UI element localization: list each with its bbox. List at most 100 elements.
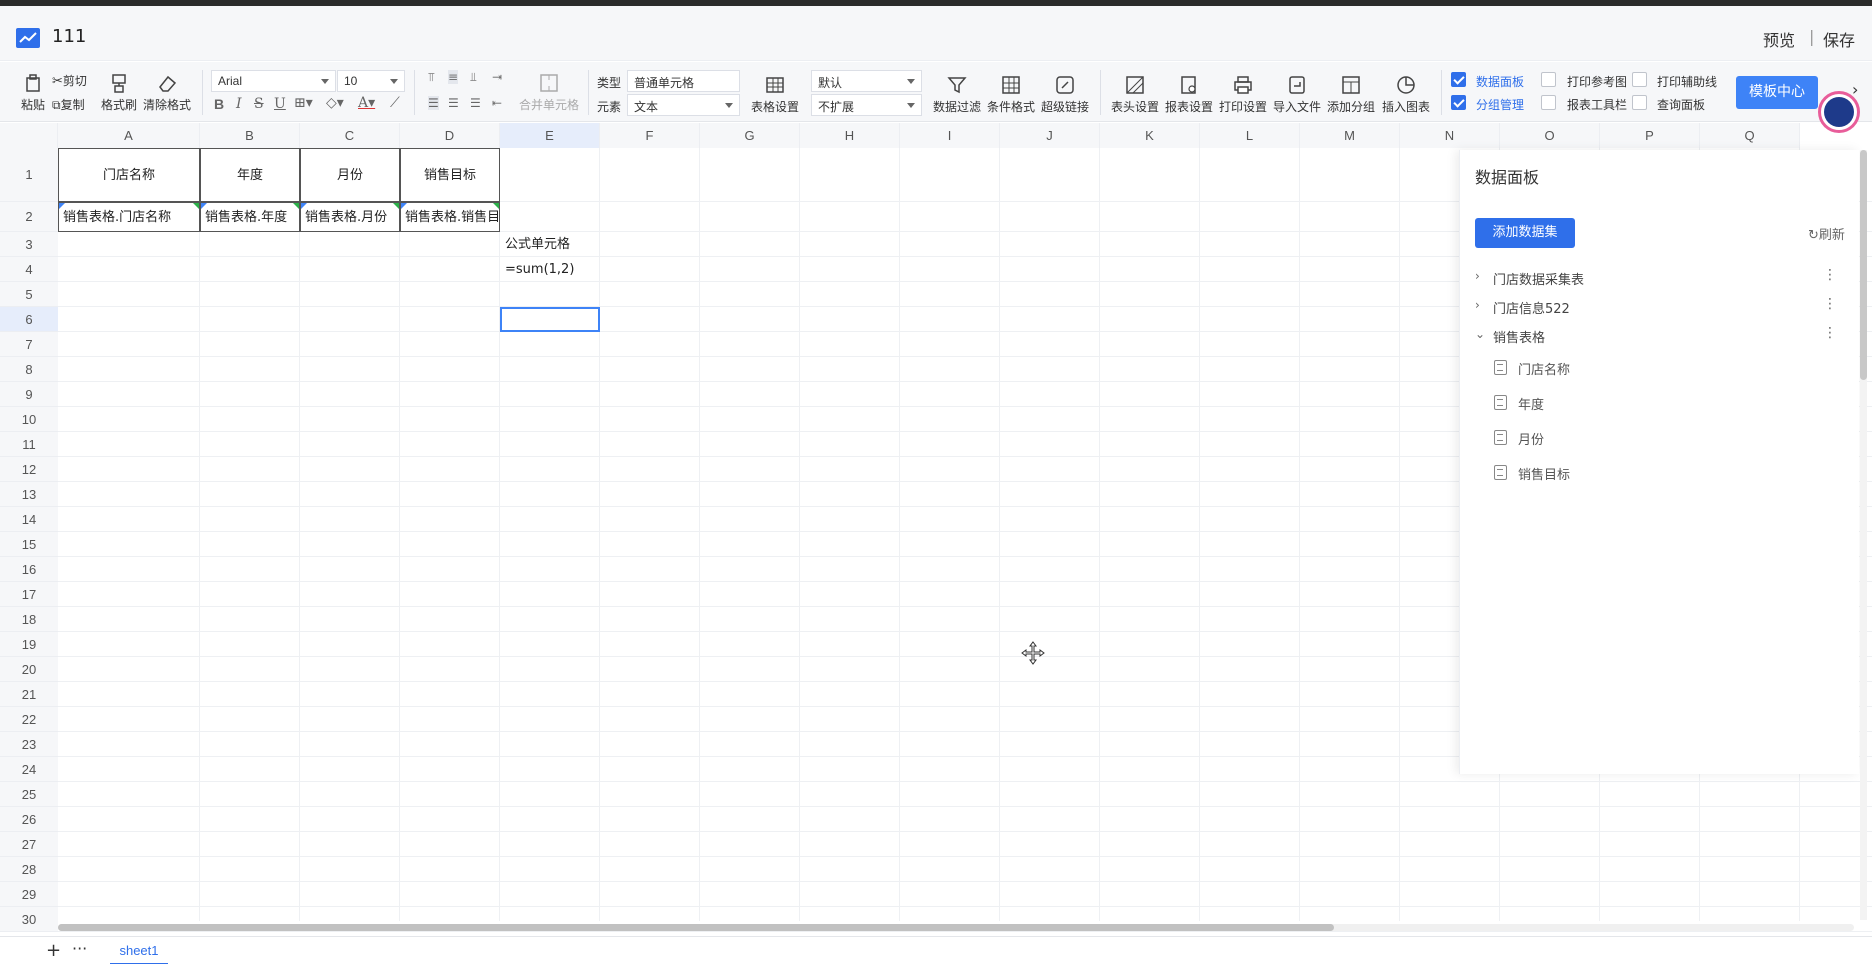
- italic-icon[interactable]: I: [236, 96, 242, 112]
- data-bound-cell[interactable]: 销售表格.年度: [200, 202, 300, 232]
- column-header[interactable]: A: [58, 123, 200, 148]
- row-header[interactable]: 27: [0, 832, 58, 857]
- header-cell[interactable]: 月份: [300, 148, 400, 202]
- row-header[interactable]: 13: [0, 482, 58, 507]
- row-header[interactable]: 24: [0, 757, 58, 782]
- column-header[interactable]: C: [300, 123, 400, 148]
- row-header[interactable]: 23: [0, 732, 58, 757]
- field-item[interactable]: 年度: [1494, 393, 1794, 415]
- scrollbar-thumb[interactable]: [58, 924, 1334, 931]
- bold-icon[interactable]: B: [214, 96, 224, 112]
- format-painter-button[interactable]: 格式刷: [100, 72, 138, 113]
- sheet-tab[interactable]: sheet1: [110, 939, 168, 964]
- column-header[interactable]: E: [500, 123, 600, 148]
- element-select[interactable]: 文本: [627, 94, 740, 116]
- default-select[interactable]: 默认: [811, 70, 922, 92]
- row-header[interactable]: 18: [0, 607, 58, 632]
- column-header[interactable]: G: [700, 123, 800, 148]
- column-header[interactable]: B: [200, 123, 300, 148]
- import-file-button[interactable]: 导入文件: [1272, 74, 1322, 115]
- wrap-text-icon[interactable]: ⇥: [492, 70, 502, 84]
- row-header[interactable]: 17: [0, 582, 58, 607]
- fill-color-icon[interactable]: ◇▾: [326, 95, 344, 111]
- row-header[interactable]: 19: [0, 632, 58, 657]
- data-bound-cell[interactable]: 销售表格.门店名称: [58, 202, 200, 232]
- row-header[interactable]: 1: [0, 148, 58, 202]
- indent-icon[interactable]: ⇤: [492, 96, 502, 110]
- template-center-button[interactable]: 模板中心: [1736, 76, 1818, 109]
- refresh-button[interactable]: ↻刷新: [1808, 224, 1845, 243]
- data-bound-cell[interactable]: 销售表格.销售目标: [400, 202, 500, 232]
- dataset-item-expanded[interactable]: ⌄ 销售表格 ⋮: [1475, 325, 1837, 347]
- row-header[interactable]: 26: [0, 807, 58, 832]
- scrollbar-thumb[interactable]: [1860, 150, 1867, 380]
- dataset-item[interactable]: › 门店数据采集表 ⋮: [1475, 267, 1837, 289]
- row-header[interactable]: 25: [0, 782, 58, 807]
- align-right-icon[interactable]: ☰: [470, 96, 481, 110]
- dataset-item[interactable]: › 门店信息522 ⋮: [1475, 296, 1837, 318]
- column-header[interactable]: K: [1100, 123, 1200, 148]
- row-header[interactable]: 20: [0, 657, 58, 682]
- query-panel-checkbox[interactable]: [1632, 95, 1647, 110]
- vertical-scrollbar[interactable]: [1860, 150, 1867, 920]
- column-header[interactable]: M: [1300, 123, 1400, 148]
- column-header[interactable]: J: [1000, 123, 1100, 148]
- print-settings-button[interactable]: 打印设置: [1218, 74, 1268, 115]
- align-top-icon[interactable]: ⫪: [428, 70, 435, 85]
- column-header[interactable]: N: [1400, 123, 1500, 148]
- header-cell[interactable]: 年度: [200, 148, 300, 202]
- row-header[interactable]: 4: [0, 257, 58, 282]
- add-group-button[interactable]: 添加分组: [1326, 74, 1376, 115]
- more-options-icon[interactable]: ⋮: [1823, 296, 1837, 312]
- table-settings-button[interactable]: 表格设置: [749, 74, 801, 115]
- row-header[interactable]: 5: [0, 282, 58, 307]
- column-header[interactable]: H: [800, 123, 900, 148]
- expand-select[interactable]: 不扩展: [811, 94, 922, 116]
- row-header[interactable]: 16: [0, 557, 58, 582]
- add-sheet-button[interactable]: +: [46, 940, 61, 961]
- preview-button[interactable]: 预览: [1763, 27, 1795, 51]
- selected-cell[interactable]: [500, 307, 600, 332]
- align-bottom-icon[interactable]: ⫫: [470, 70, 477, 85]
- font-size-select[interactable]: 10: [337, 70, 405, 92]
- report-toolbar-checkbox[interactable]: [1541, 95, 1556, 110]
- insert-chart-button[interactable]: 插入图表: [1380, 74, 1432, 115]
- strikethrough-icon[interactable]: S: [254, 96, 264, 112]
- row-header[interactable]: 9: [0, 382, 58, 407]
- data-filter-button[interactable]: 数据过滤: [932, 74, 982, 115]
- row-header[interactable]: 10: [0, 407, 58, 432]
- align-left-icon[interactable]: ☰: [428, 96, 439, 110]
- row-header[interactable]: 7: [0, 332, 58, 357]
- more-options-icon[interactable]: ⋮: [1823, 325, 1837, 341]
- field-item[interactable]: 销售目标: [1494, 463, 1794, 485]
- row-header[interactable]: 21: [0, 682, 58, 707]
- add-dataset-button[interactable]: 添加数据集: [1475, 218, 1575, 248]
- formula-cell[interactable]: =sum(1,2): [500, 257, 600, 282]
- row-header[interactable]: 15: [0, 532, 58, 557]
- row-header[interactable]: 12: [0, 457, 58, 482]
- data-panel-checkbox[interactable]: [1451, 72, 1466, 87]
- report-settings-button[interactable]: 报表设置: [1164, 74, 1214, 115]
- column-header[interactable]: I: [900, 123, 1000, 148]
- border-icon[interactable]: ⊞▾: [294, 95, 313, 111]
- data-bound-cell[interactable]: 销售表格.月份: [300, 202, 400, 232]
- row-header[interactable]: 28: [0, 857, 58, 882]
- cut-button[interactable]: ✂剪切: [52, 72, 98, 89]
- header-cell[interactable]: 销售目标: [400, 148, 500, 202]
- copy-button[interactable]: ⧉复制: [52, 96, 98, 113]
- column-header[interactable]: L: [1200, 123, 1300, 148]
- horizontal-scrollbar[interactable]: [58, 924, 1854, 931]
- row-header[interactable]: 11: [0, 432, 58, 457]
- column-header[interactable]: O: [1500, 123, 1600, 148]
- field-item[interactable]: 门店名称: [1494, 358, 1794, 380]
- hyperlink-button[interactable]: 超级链接: [1040, 74, 1090, 115]
- conditional-format-button[interactable]: 条件格式: [986, 74, 1036, 115]
- more-sheets-button[interactable]: ···: [72, 939, 87, 958]
- header-cell[interactable]: 门店名称: [58, 148, 200, 202]
- column-header[interactable]: D: [400, 123, 500, 148]
- text-cell[interactable]: 公式单元格: [500, 232, 600, 257]
- font-family-select[interactable]: Arial: [211, 70, 336, 92]
- font-color-icon[interactable]: A▾: [358, 95, 375, 111]
- align-center-icon[interactable]: ☰: [448, 96, 459, 110]
- group-manage-checkbox[interactable]: [1451, 95, 1466, 110]
